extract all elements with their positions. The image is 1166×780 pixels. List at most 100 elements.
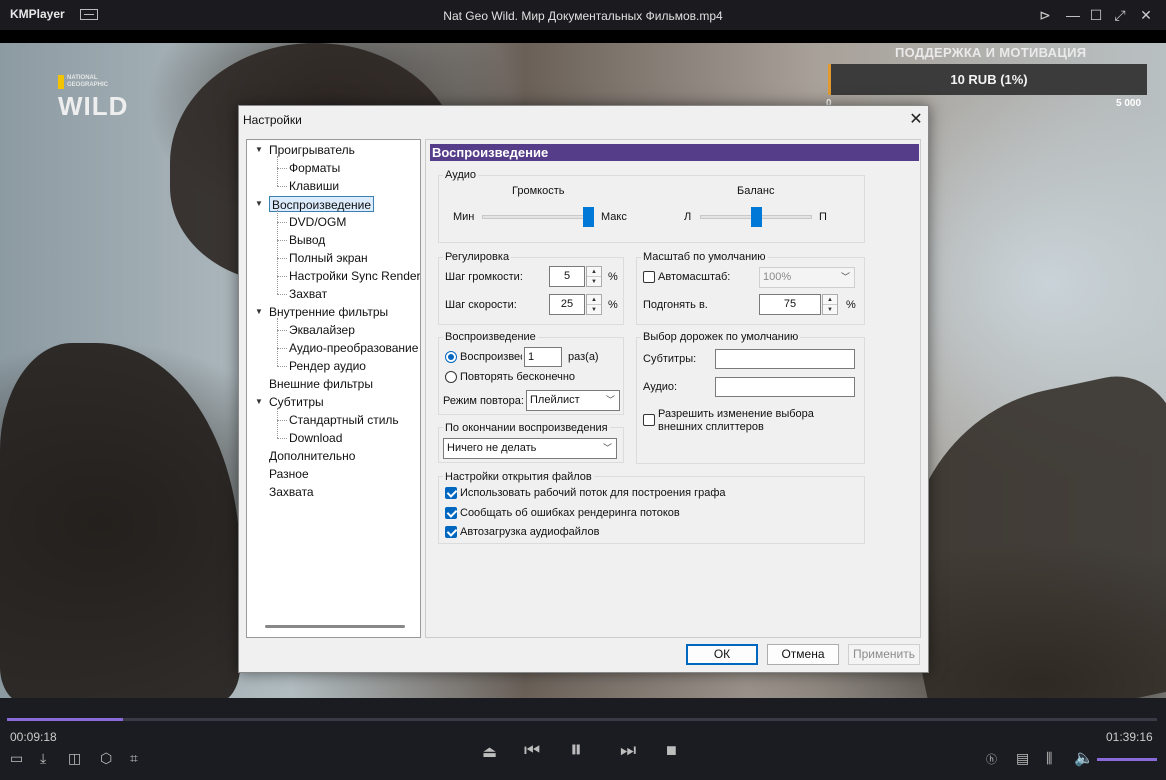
splitters-label-line1: Разрешить изменение выбора — [658, 408, 814, 420]
on-end-group-label: По окончании воспроизведения — [443, 422, 610, 434]
video-scene — [0, 343, 240, 698]
tree-item[interactable]: Воспроизведение — [269, 196, 375, 212]
eject-icon[interactable]: ⏏ — [482, 742, 497, 762]
seek-bar[interactable] — [7, 718, 1157, 721]
chevron-down-icon: ﹀ — [840, 272, 850, 282]
adjust-group-label: Регулировка — [443, 251, 512, 263]
pin-icon[interactable]: ⊳ — [1034, 4, 1056, 26]
audio-track-label: Аудио: — [643, 381, 678, 393]
next-icon[interactable]: ⏭ — [620, 740, 636, 761]
speed-step-unit: % — [608, 299, 618, 311]
tree-item[interactable]: Захват — [289, 286, 327, 302]
settings-tree[interactable]: ▼ Проигрыватель Форматы Клавиши ▼ Воспроизвед… — [246, 139, 421, 638]
subtitle-icon[interactable]: ▤ — [1016, 750, 1029, 767]
capture-icon[interactable]: ⌗ — [130, 750, 138, 767]
volume-bar[interactable] — [1097, 758, 1157, 761]
tree-expand-icon[interactable]: ▼ — [255, 394, 265, 410]
on-end-select[interactable]: Ничего не делать ﹀ — [443, 438, 617, 459]
tree-item[interactable]: Стандартный стиль — [289, 412, 399, 428]
tree-item[interactable]: Клавиши — [289, 178, 339, 194]
tree-item[interactable]: Аудио-преобразование — [289, 340, 418, 356]
dialog-close-icon[interactable]: ✕ — [905, 109, 927, 131]
worker-thread-checkbox[interactable] — [445, 487, 457, 499]
donation-progress: 10 RUB (1%) — [828, 64, 1147, 95]
tree-item[interactable]: Рендер аудио — [289, 358, 366, 374]
splitters-checkbox[interactable] — [643, 414, 655, 426]
autoload-audio-checkbox[interactable] — [445, 526, 457, 538]
tree-item[interactable]: Дополнительно — [269, 448, 355, 464]
hw-icon[interactable]: ⓗ — [986, 751, 997, 767]
file-open-group-label: Настройки открытия файлов — [443, 471, 594, 483]
audio-track-input[interactable] — [715, 377, 855, 397]
audio-group-label: Аудио — [443, 169, 479, 181]
tree-item[interactable]: Разное — [269, 466, 309, 482]
tree-item[interactable]: Вывод — [289, 232, 325, 248]
tree-item[interactable]: Внешние фильтры — [269, 376, 373, 392]
tree-item[interactable]: Настройки Sync Render — [289, 268, 420, 284]
tree-expand-icon[interactable]: ▼ — [255, 142, 265, 158]
tree-connector — [277, 420, 287, 421]
tree-item[interactable]: Эквалайзер — [289, 322, 355, 338]
volume-step-input[interactable]: 5 — [549, 266, 585, 287]
speed-step-input[interactable]: 25 — [549, 294, 585, 315]
fit-unit: % — [846, 299, 856, 311]
repeat-mode-select[interactable]: Плейлист ﹀ — [526, 390, 620, 411]
tree-expand-icon[interactable]: ▼ — [255, 196, 265, 212]
tree-item[interactable]: Download — [289, 430, 342, 446]
stop-icon[interactable]: ■ — [666, 740, 677, 761]
3d-icon[interactable]: ⬡ — [100, 750, 112, 767]
tree-horizontal-scrollbar[interactable] — [265, 625, 405, 628]
volume-min-label: Мин — [453, 211, 475, 223]
repeat-mode-value: Плейлист — [530, 394, 580, 406]
loop-radio[interactable] — [445, 371, 457, 383]
volume-step-unit: % — [608, 271, 618, 283]
ok-button[interactable]: ОК — [686, 644, 758, 665]
previous-icon[interactable]: ⏮ — [524, 740, 540, 761]
tree-expand-icon[interactable]: ▼ — [255, 304, 265, 320]
equalizer-icon[interactable]: ⫼ — [1046, 750, 1052, 767]
cancel-button[interactable]: Отмена — [767, 644, 839, 665]
download-icon[interactable]: ⤓ — [40, 750, 46, 767]
settings-panel: Воспроизведение Аудио Громкость Мин Макс… — [425, 139, 921, 638]
maximize-icon[interactable]: ☐ — [1085, 4, 1107, 26]
fit-input[interactable]: 75 — [759, 294, 821, 315]
volume-slider-track[interactable] — [482, 215, 594, 219]
fullscreen-icon[interactable]: ⤢ — [1109, 4, 1131, 26]
donation-max: 5 000 — [1116, 98, 1142, 109]
volume-slider-thumb[interactable] — [583, 207, 595, 227]
volume-icon[interactable]: 🔈 — [1074, 748, 1094, 768]
player-title-bar: KMPlayer Nat Geo Wild. Мир Документальны… — [0, 0, 1166, 30]
tree-item[interactable]: Проигрыватель — [269, 142, 355, 158]
subtitles-label: Субтитры: — [643, 353, 697, 365]
app-name[interactable]: KMPlayer — [10, 7, 65, 21]
fit-spinner[interactable]: ▲ ▼ — [822, 294, 838, 315]
tree-item[interactable]: DVD/OGM — [289, 214, 346, 230]
balance-slider-thumb[interactable] — [751, 207, 762, 227]
tree-item[interactable]: Форматы — [289, 160, 340, 176]
speed-step-spinner[interactable]: ▲ ▼ — [586, 294, 602, 315]
donation-title: ПОДДЕРЖКА И МОТИВАЦИЯ — [895, 45, 1087, 60]
subtitles-input[interactable] — [715, 349, 855, 369]
volume-step-spinner[interactable]: ▲ ▼ — [586, 266, 602, 287]
tree-item[interactable]: Полный экран — [289, 250, 368, 266]
close-icon[interactable]: ✕ — [1135, 4, 1157, 26]
vr-icon[interactable]: ◫ — [68, 750, 81, 767]
balance-right-label: П — [819, 211, 827, 223]
auto-scale-value: 100% — [763, 271, 792, 283]
tree-item[interactable]: Захвата — [269, 484, 314, 500]
playlist-icon[interactable]: ▭ — [10, 750, 23, 767]
mini-mode-icon[interactable] — [80, 9, 98, 20]
tree-connector — [277, 294, 287, 295]
render-errors-label: Сообщать об ошибках рендеринга потоков — [460, 507, 680, 519]
pause-icon[interactable]: ⏸ — [570, 736, 582, 764]
tree-connector — [277, 258, 287, 259]
tracks-group-label: Выбор дорожек по умолчанию — [641, 331, 801, 343]
render-errors-checkbox[interactable] — [445, 507, 457, 519]
play-count-input[interactable]: 1 — [524, 347, 562, 367]
tree-item[interactable]: Внутренние фильтры — [269, 304, 388, 320]
play-times-radio[interactable] — [445, 351, 457, 363]
minimize-icon[interactable]: — — [1062, 4, 1084, 26]
auto-scale-checkbox[interactable] — [643, 271, 655, 283]
worker-thread-label: Использовать рабочий поток для построени… — [460, 487, 726, 499]
play-times-label: Воспроизвес — [460, 351, 522, 363]
